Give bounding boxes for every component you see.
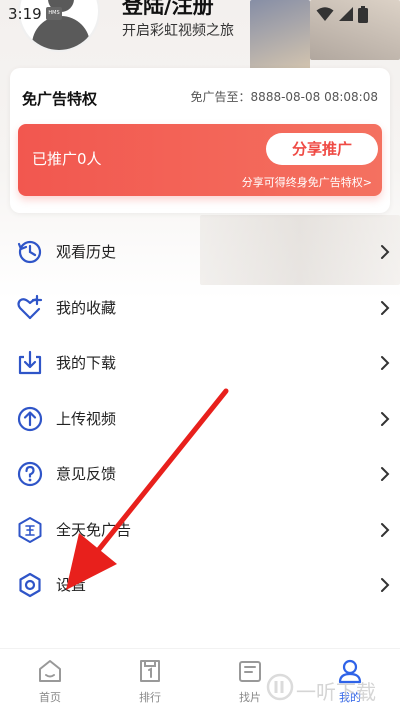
nav-ranking[interactable]: 排行 [100, 649, 200, 711]
menu-item-label: 我的收藏 [56, 298, 117, 317]
home-icon [39, 660, 61, 682]
chevron-right-icon [381, 578, 390, 592]
settings-icon [19, 572, 41, 598]
share-promote-button[interactable]: 分享推广 [266, 133, 378, 165]
wifi-icon [316, 7, 334, 21]
share-hint-link[interactable]: 分享可得终身免广告特权> [242, 174, 372, 190]
history-icon [17, 240, 42, 264]
chevron-right-icon [381, 300, 390, 315]
menu-item-downloads[interactable]: 我的下载 [0, 335, 400, 391]
card-title: 免广告特权 [22, 90, 98, 108]
watermark: 一听下载 [266, 672, 400, 706]
watermark-text: 一听下载 [296, 680, 376, 704]
status-time: 3:19 [8, 5, 42, 23]
nav-label: 首页 [39, 691, 61, 704]
menu-item-label: 上传视频 [56, 409, 117, 428]
status-bar: 3:19 HMS [0, 0, 400, 30]
battery-icon [358, 6, 368, 23]
chevron-right-icon [381, 411, 390, 426]
menu-item-settings[interactable]: 设置 [0, 557, 400, 613]
question-icon [17, 461, 43, 487]
menu-item-history[interactable]: 观看历史 [0, 224, 400, 280]
ranking-icon [140, 660, 160, 682]
chevron-right-icon [381, 356, 390, 370]
signal-icon [339, 7, 353, 21]
chevron-right-icon [381, 467, 390, 481]
watermark-logo-icon [266, 673, 294, 701]
menu-item-label: 意见反馈 [56, 465, 117, 483]
menu-item-label: 观看历史 [56, 243, 117, 261]
download-icon [18, 350, 42, 375]
chevron-right-icon [381, 522, 390, 537]
menu-item-favorites[interactable]: 我的收藏 [0, 280, 400, 336]
promoted-count: 已推广0人 [32, 150, 102, 168]
menu-item-feedback[interactable]: 意见反馈 [0, 446, 400, 502]
menu-item-label: 全天免广告 [56, 520, 132, 539]
heart-plus-icon [17, 294, 43, 319]
nav-home[interactable]: 首页 [0, 649, 100, 711]
ad-free-card: 免广告特权 免广告至：8888-08-08 08:08:08 已推广0人 分享推… [10, 68, 390, 213]
hms-badge-icon: HMS [46, 7, 62, 20]
menu-item-ad-free[interactable]: 全天免广告 [0, 502, 400, 558]
menu-item-upload[interactable]: 上传视频 [0, 391, 400, 447]
nav-label: 排行 [139, 691, 161, 704]
menu-item-label: 设置 [56, 576, 87, 594]
ad-free-icon [18, 516, 42, 543]
promotion-banner: 已推广0人 分享推广 分享可得终身免广告特权> [18, 124, 382, 196]
menu-list: 观看历史 我的收藏 我的下载 上传视频 意见反馈 全天免广告 设置 [0, 224, 400, 613]
find-icon [239, 661, 261, 682]
menu-item-label: 我的下载 [56, 354, 117, 372]
chevron-right-icon [381, 245, 390, 259]
upload-icon [17, 406, 43, 431]
ad-free-expiry: 免广告至：8888-08-08 08:08:08 [190, 90, 378, 104]
